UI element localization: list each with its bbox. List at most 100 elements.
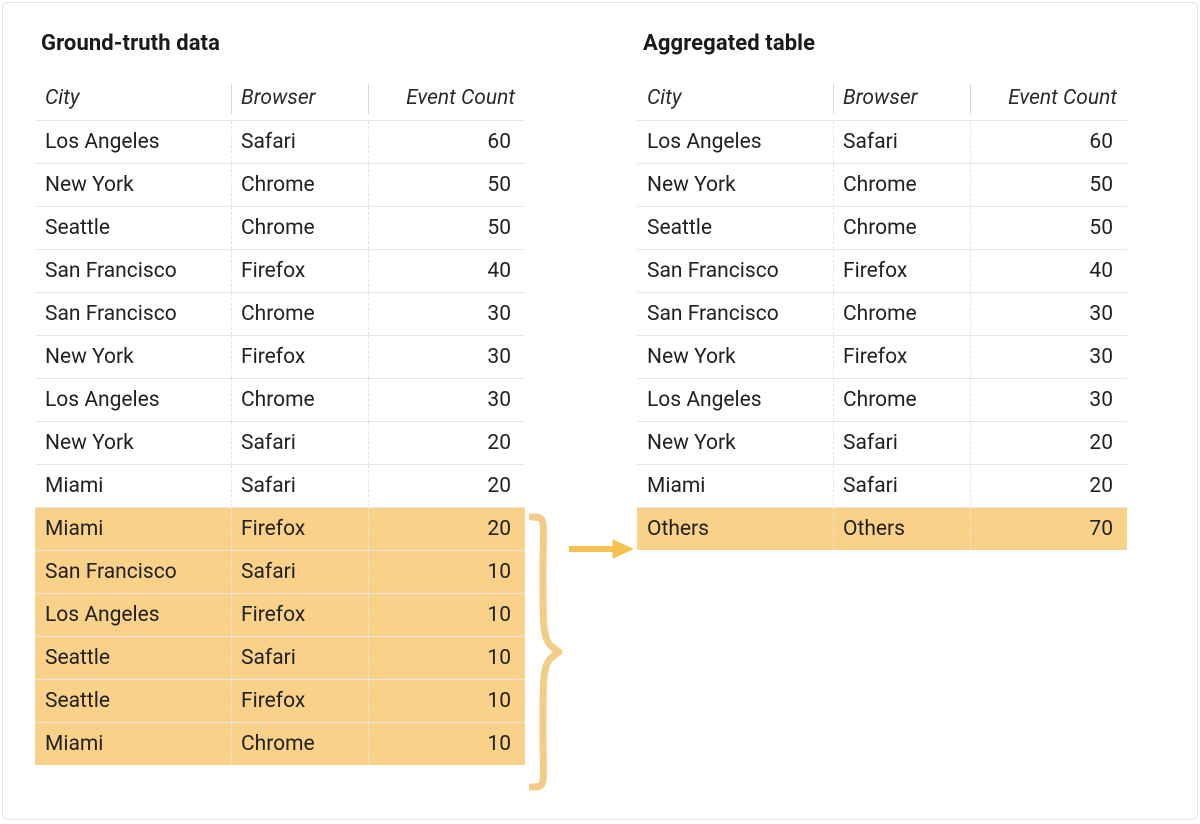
cell-browser: Chrome <box>231 723 368 766</box>
cell-count: 20 <box>970 465 1127 508</box>
table-row: Los AngelesSafari60 <box>35 121 525 164</box>
cell-count: 30 <box>970 379 1127 422</box>
cell-browser: Chrome <box>231 207 368 250</box>
cell-browser: Firefox <box>231 508 368 551</box>
cell-city: Los Angeles <box>637 379 833 422</box>
cell-city: Miami <box>35 723 231 766</box>
col-city: City <box>637 80 833 121</box>
cell-city: San Francisco <box>35 293 231 336</box>
cell-browser: Others <box>833 508 970 551</box>
table-row: SeattleSafari10 <box>35 637 525 680</box>
table-row: New YorkChrome50 <box>637 164 1127 207</box>
cell-city: Seattle <box>35 207 231 250</box>
cell-city: New York <box>637 336 833 379</box>
cell-city: Seattle <box>35 637 231 680</box>
cell-count: 20 <box>368 465 525 508</box>
table-row: MiamiSafari20 <box>637 465 1127 508</box>
cell-city: Others <box>637 508 833 551</box>
cell-city: New York <box>35 164 231 207</box>
cell-city: New York <box>35 336 231 379</box>
cell-browser: Safari <box>833 121 970 164</box>
cell-count: 30 <box>368 379 525 422</box>
cell-browser: Firefox <box>231 336 368 379</box>
aggregated-title: Aggregated table <box>643 31 1127 56</box>
table-row: San FranciscoChrome30 <box>35 293 525 336</box>
cell-browser: Chrome <box>833 293 970 336</box>
table-row: SeattleChrome50 <box>637 207 1127 250</box>
cell-browser: Chrome <box>231 293 368 336</box>
table-row: Los AngelesChrome30 <box>35 379 525 422</box>
table-row: Los AngelesSafari60 <box>637 121 1127 164</box>
cell-count: 40 <box>970 250 1127 293</box>
cell-count: 40 <box>368 250 525 293</box>
cell-browser: Safari <box>231 422 368 465</box>
table-row: SeattleFirefox10 <box>35 680 525 723</box>
diagram-frame: Ground-truth data City Browser Event Cou… <box>2 2 1198 820</box>
cell-city: Los Angeles <box>35 121 231 164</box>
table-row: New YorkFirefox30 <box>35 336 525 379</box>
cell-browser: Safari <box>833 422 970 465</box>
cell-count: 50 <box>970 207 1127 250</box>
table-row: San FranciscoSafari10 <box>35 551 525 594</box>
cell-count: 20 <box>970 422 1127 465</box>
table-row: MiamiChrome10 <box>35 723 525 766</box>
cell-city: Los Angeles <box>637 121 833 164</box>
cell-browser: Firefox <box>231 250 368 293</box>
cell-browser: Firefox <box>833 336 970 379</box>
cell-browser: Chrome <box>833 164 970 207</box>
table-row: OthersOthers70 <box>637 508 1127 551</box>
col-event-count: Event Count <box>368 80 525 121</box>
col-browser: Browser <box>833 80 970 121</box>
cell-count: 70 <box>970 508 1127 551</box>
cell-browser: Chrome <box>231 164 368 207</box>
cell-city: Los Angeles <box>35 379 231 422</box>
cell-city: San Francisco <box>35 551 231 594</box>
cell-browser: Chrome <box>833 379 970 422</box>
table-row: San FranciscoChrome30 <box>637 293 1127 336</box>
table-row: Los AngelesChrome30 <box>637 379 1127 422</box>
table-row: New YorkSafari20 <box>35 422 525 465</box>
table-row: New YorkFirefox30 <box>637 336 1127 379</box>
ground-truth-title: Ground-truth data <box>41 31 525 56</box>
cell-browser: Firefox <box>833 250 970 293</box>
cell-count: 10 <box>368 637 525 680</box>
cell-count: 10 <box>368 680 525 723</box>
cell-city: New York <box>35 422 231 465</box>
cell-browser: Safari <box>231 637 368 680</box>
cell-count: 50 <box>368 164 525 207</box>
table-row: San FranciscoFirefox40 <box>35 250 525 293</box>
cell-count: 10 <box>368 551 525 594</box>
table-row: SeattleChrome50 <box>35 207 525 250</box>
cell-city: San Francisco <box>637 293 833 336</box>
cell-city: Seattle <box>637 207 833 250</box>
curly-brace-icon <box>529 511 563 793</box>
table-header-row: City Browser Event Count <box>637 80 1127 121</box>
cell-count: 20 <box>368 422 525 465</box>
cell-browser: Chrome <box>231 379 368 422</box>
cell-browser: Safari <box>231 121 368 164</box>
cell-browser: Safari <box>231 465 368 508</box>
cell-city: San Francisco <box>637 250 833 293</box>
cell-count: 60 <box>368 121 525 164</box>
cell-count: 30 <box>970 293 1127 336</box>
col-browser: Browser <box>231 80 368 121</box>
cell-city: Seattle <box>35 680 231 723</box>
table-row: MiamiSafari20 <box>35 465 525 508</box>
aggregated-table: City Browser Event Count Los AngelesSafa… <box>637 80 1127 550</box>
cell-city: Los Angeles <box>35 594 231 637</box>
cell-browser: Firefox <box>231 680 368 723</box>
cell-count: 50 <box>368 207 525 250</box>
ground-truth-table: City Browser Event Count Los AngelesSafa… <box>35 80 525 765</box>
arrow-right-icon <box>569 539 633 559</box>
table-row: San FranciscoFirefox40 <box>637 250 1127 293</box>
cell-city: Miami <box>35 508 231 551</box>
table-row: New YorkChrome50 <box>35 164 525 207</box>
aggregated-panel: Aggregated table City Browser Event Coun… <box>637 31 1127 550</box>
cell-browser: Chrome <box>833 207 970 250</box>
cell-count: 30 <box>368 293 525 336</box>
cell-browser: Safari <box>833 465 970 508</box>
cell-count: 10 <box>368 723 525 766</box>
cell-count: 30 <box>970 336 1127 379</box>
col-city: City <box>35 80 231 121</box>
cell-browser: Safari <box>231 551 368 594</box>
